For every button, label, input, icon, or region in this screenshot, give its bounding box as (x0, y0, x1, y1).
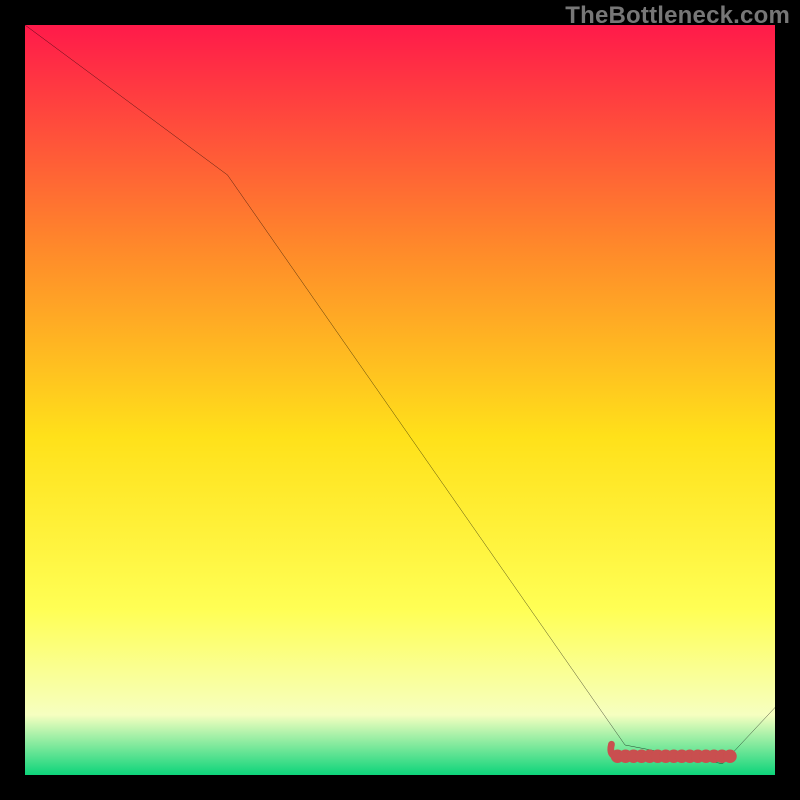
chart-svg (25, 25, 775, 775)
gradient-background (25, 25, 775, 775)
plot-area (25, 25, 775, 775)
region-dot (723, 750, 737, 764)
chart-stage: TheBottleneck.com (0, 0, 800, 800)
